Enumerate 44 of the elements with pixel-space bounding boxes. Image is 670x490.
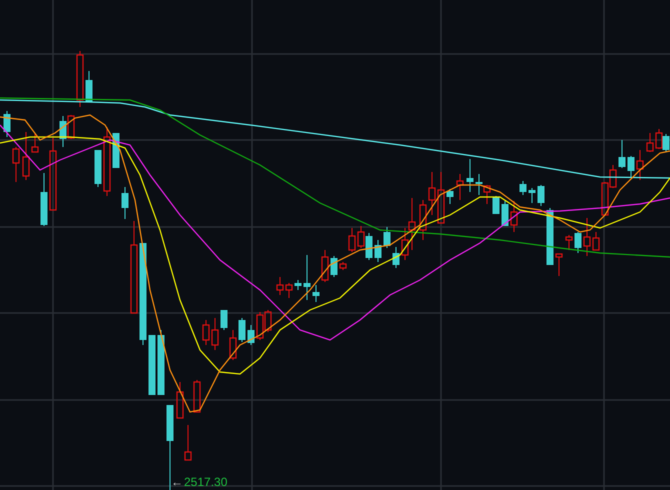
candlestick bbox=[176, 382, 184, 419]
candlestick bbox=[312, 284, 320, 302]
candlestick bbox=[528, 188, 536, 204]
candlestick bbox=[40, 172, 48, 226]
candlestick bbox=[538, 184, 544, 206]
arrow-icon: ← bbox=[171, 476, 183, 489]
candlestick bbox=[628, 156, 634, 178]
candlestick bbox=[238, 318, 246, 342]
candlestick bbox=[466, 158, 474, 192]
candlestick bbox=[103, 126, 111, 196]
candlestick bbox=[374, 240, 382, 262]
candlestick bbox=[456, 174, 464, 200]
candlestick bbox=[220, 310, 228, 330]
candlestick bbox=[158, 330, 164, 396]
candlestick bbox=[618, 140, 626, 168]
candlestick bbox=[520, 180, 526, 196]
candlestick bbox=[555, 253, 563, 276]
candlestick bbox=[565, 234, 573, 250]
candlestick bbox=[574, 232, 582, 254]
candlestick bbox=[321, 250, 329, 282]
candlestick bbox=[510, 200, 518, 232]
candlestick bbox=[546, 208, 554, 266]
candlestick bbox=[248, 324, 254, 346]
candlestick bbox=[330, 256, 338, 278]
candlestick bbox=[193, 380, 201, 413]
candlestick bbox=[636, 150, 644, 180]
candlestick bbox=[492, 196, 500, 214]
candlestick bbox=[304, 254, 310, 300]
candlestick bbox=[76, 50, 84, 108]
candlestick bbox=[94, 150, 102, 188]
candlestick bbox=[392, 246, 400, 268]
candlestick bbox=[4, 110, 10, 138]
low-price-label: 2517.30 bbox=[184, 476, 228, 489]
candlestick bbox=[294, 280, 302, 290]
candlestick bbox=[184, 424, 192, 461]
candlestick bbox=[148, 334, 156, 396]
candlestick bbox=[502, 200, 508, 226]
candlestick bbox=[229, 330, 237, 360]
candlestick bbox=[122, 186, 128, 220]
candlestick bbox=[86, 70, 92, 102]
candlestick bbox=[446, 188, 454, 204]
candlestick bbox=[384, 226, 390, 248]
candlestick bbox=[12, 146, 20, 182]
candlestick bbox=[339, 262, 347, 270]
